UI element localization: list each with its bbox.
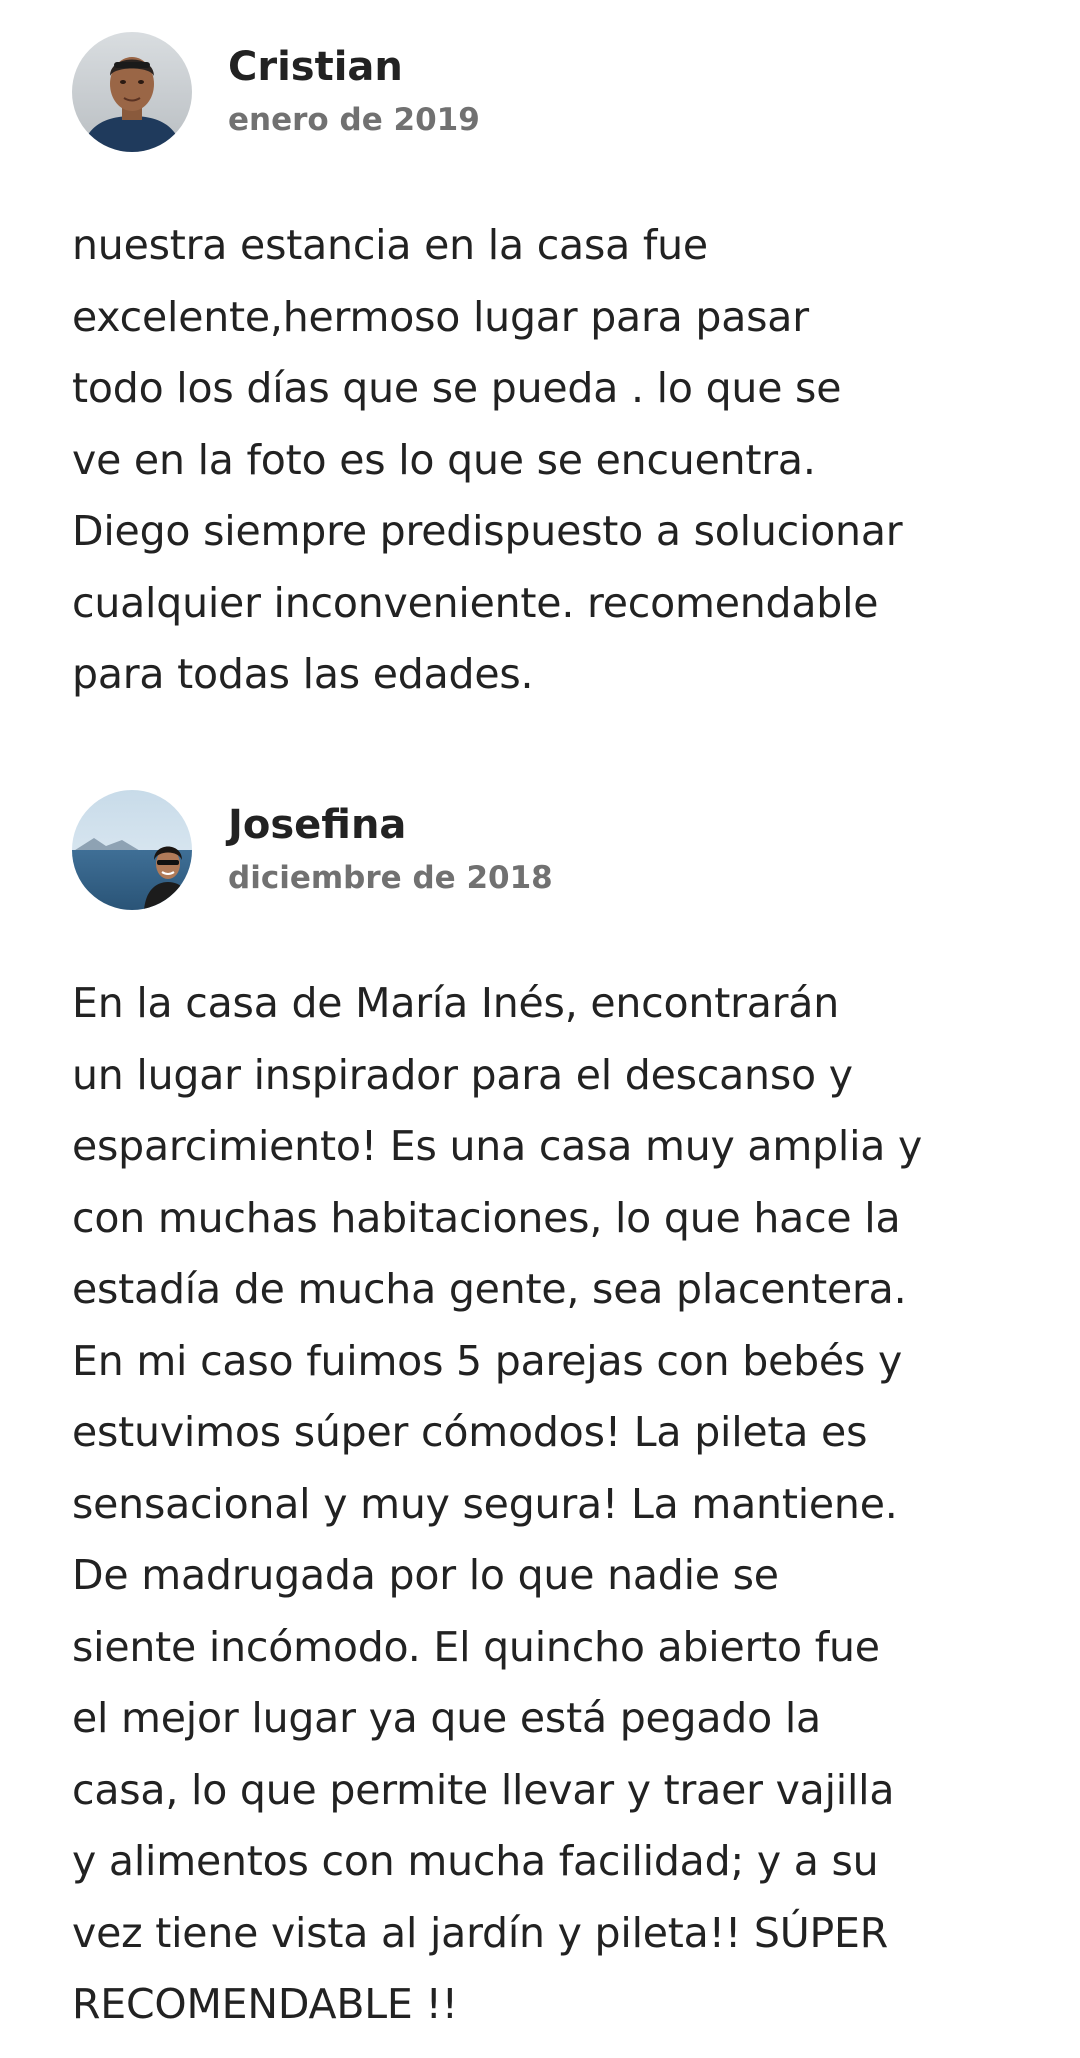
review-date: diciembre de 2018	[228, 860, 553, 896]
review-text: nuestra estancia en la casa fue excelent…	[72, 221, 903, 698]
reviewer-name[interactable]: Josefina	[228, 800, 553, 850]
avatar-photo-icon	[72, 32, 192, 152]
review-card: Cristian enero de 2019 nuestra estancia …	[72, 32, 1032, 711]
review-text: En la casa de María Inés, encontrarán un…	[72, 979, 923, 2028]
review-date: enero de 2019	[228, 102, 480, 138]
review-header: Josefina diciembre de 2018	[72, 790, 1032, 910]
reviewer-meta: Josefina diciembre de 2018	[228, 800, 553, 900]
reviewer-avatar[interactable]	[72, 32, 192, 152]
review-header: Cristian enero de 2019	[72, 32, 1032, 152]
avatar-photo-icon	[72, 790, 192, 910]
reviewer-meta: Cristian enero de 2019	[228, 42, 480, 142]
review-card: Josefina diciembre de 2018 En la casa de…	[72, 790, 1032, 2041]
reviewer-name[interactable]: Cristian	[228, 42, 480, 92]
reviewer-avatar[interactable]	[72, 790, 192, 910]
